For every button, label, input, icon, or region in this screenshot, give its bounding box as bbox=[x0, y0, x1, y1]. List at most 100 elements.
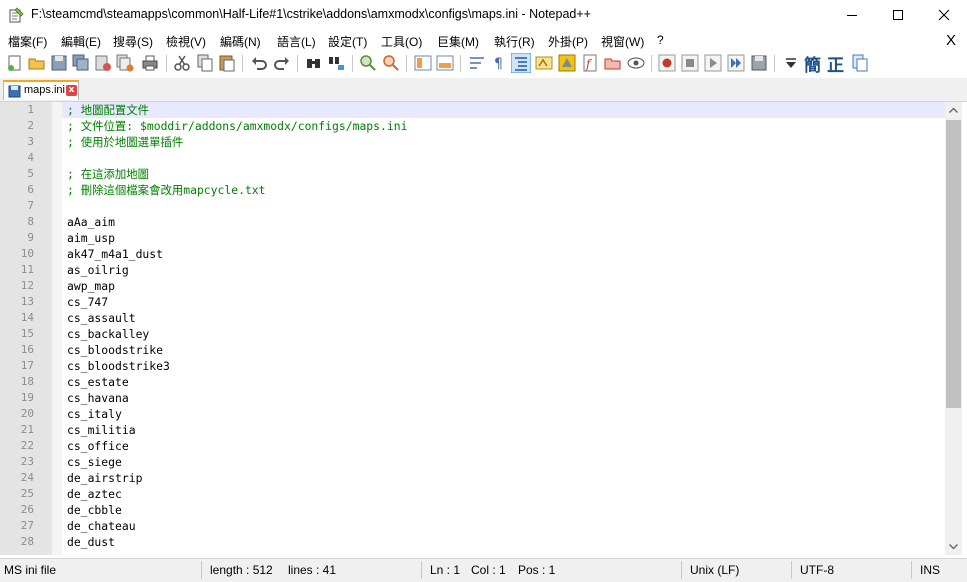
close-all-icon[interactable] bbox=[115, 53, 135, 73]
editor-line[interactable]: 28 de_dust bbox=[0, 534, 945, 550]
scroll-thumb[interactable] bbox=[946, 120, 961, 408]
play-macro-icon[interactable] bbox=[703, 53, 723, 73]
line-content-area[interactable]: cs_office bbox=[62, 438, 945, 454]
show-all-characters-icon[interactable]: ¶ bbox=[489, 53, 509, 73]
tab-close-button[interactable]: x bbox=[66, 85, 77, 96]
editor-line[interactable]: 9 aim_usp bbox=[0, 230, 945, 246]
new-file-icon[interactable] bbox=[5, 53, 25, 73]
stop-macro-icon[interactable] bbox=[680, 53, 700, 73]
cut-icon[interactable] bbox=[172, 53, 192, 73]
text-editor[interactable]: 1 ; 地圖配置文件 2 ; 文件位置: $moddir/addons/amxmodx… bbox=[0, 102, 967, 555]
editor-line[interactable]: 12 awp_map bbox=[0, 278, 945, 294]
editor-line[interactable]: 27 de_chateau bbox=[0, 518, 945, 534]
line-content-area[interactable]: cs_havana bbox=[62, 390, 945, 406]
line-content-area[interactable]: cs_bloodstrike bbox=[62, 342, 945, 358]
line-content-area[interactable]: aAa_aim bbox=[62, 214, 945, 230]
editor-line[interactable]: 20 cs_italy bbox=[0, 406, 945, 422]
line-content-area[interactable]: cs_militia bbox=[62, 422, 945, 438]
paste-icon[interactable] bbox=[217, 53, 237, 73]
editor-line[interactable]: 24 de_airstrip bbox=[0, 470, 945, 486]
close-file-icon[interactable] bbox=[93, 53, 113, 73]
line-content-area[interactable]: cs_italy bbox=[62, 406, 945, 422]
record-macro-icon[interactable] bbox=[657, 53, 677, 73]
status-encoding[interactable]: UTF-8 bbox=[800, 563, 834, 577]
line-content-area[interactable]: cs_bloodstrike3 bbox=[62, 358, 945, 374]
editor-line[interactable]: 14 cs_assault bbox=[0, 310, 945, 326]
menu-help[interactable]: ? bbox=[657, 33, 664, 47]
editor-line[interactable]: 23 cs_siege bbox=[0, 454, 945, 470]
line-content-area[interactable]: de_airstrip bbox=[62, 470, 945, 486]
line-content-area[interactable]: cs_747 bbox=[62, 294, 945, 310]
menu-run[interactable]: 執行(R) bbox=[494, 33, 535, 50]
editor-line[interactable]: 1 ; 地圖配置文件 bbox=[0, 102, 945, 118]
line-content-area[interactable] bbox=[62, 150, 945, 166]
status-eol[interactable]: Unix (LF) bbox=[690, 563, 739, 577]
print-icon[interactable] bbox=[140, 53, 160, 73]
line-content-area[interactable]: ; 刪除這個檔案會改用mapcycle.txt bbox=[62, 182, 945, 198]
save-all-icon[interactable] bbox=[71, 53, 91, 73]
maximize-button[interactable] bbox=[875, 0, 921, 30]
tab-maps-ini[interactable]: maps.ini x bbox=[3, 80, 79, 100]
menu-macro[interactable]: 巨集(M) bbox=[437, 33, 479, 50]
close-window-button[interactable] bbox=[921, 0, 967, 30]
scroll-up-arrow-icon[interactable] bbox=[945, 102, 962, 119]
editor-line[interactable]: 2 ; 文件位置: $moddir/addons/amxmodx/configs/… bbox=[0, 118, 945, 134]
line-content-area[interactable]: awp_map bbox=[62, 278, 945, 294]
save-icon[interactable] bbox=[49, 53, 69, 73]
line-content-area[interactable]: ; 在這添加地圖 bbox=[62, 166, 945, 182]
line-content-area[interactable]: cs_estate bbox=[62, 374, 945, 390]
find-icon[interactable] bbox=[304, 53, 324, 73]
vertical-scrollbar[interactable] bbox=[945, 102, 962, 555]
zoom-in-icon[interactable] bbox=[358, 53, 378, 73]
line-content-area[interactable]: ; 地圖配置文件 bbox=[62, 102, 945, 118]
run-macro-multiple-icon[interactable] bbox=[726, 53, 746, 73]
line-content-area[interactable]: cs_backalley bbox=[62, 326, 945, 342]
line-content-area[interactable]: cs_assault bbox=[62, 310, 945, 326]
line-content-area[interactable]: cs_siege bbox=[62, 454, 945, 470]
indent-guide-icon[interactable] bbox=[511, 53, 531, 73]
menu-settings[interactable]: 設定(T) bbox=[328, 33, 367, 50]
editor-line[interactable]: 19 cs_havana bbox=[0, 390, 945, 406]
editor-line[interactable]: 13 cs_747 bbox=[0, 294, 945, 310]
editor-line[interactable]: 8 aAa_aim bbox=[0, 214, 945, 230]
editor-line[interactable]: 5 ; 在這添加地圖 bbox=[0, 166, 945, 182]
editor-line[interactable]: 7 bbox=[0, 198, 945, 214]
line-content-area[interactable]: as_oilrig bbox=[62, 262, 945, 278]
line-content-area[interactable]: aim_usp bbox=[62, 230, 945, 246]
save-macro-icon[interactable] bbox=[749, 53, 769, 73]
zoom-out-icon[interactable] bbox=[381, 53, 401, 73]
editor-line[interactable]: 18 cs_estate bbox=[0, 374, 945, 390]
folder-workspace-icon[interactable] bbox=[603, 53, 623, 73]
notepad-app-icon[interactable] bbox=[8, 7, 24, 23]
editor-line[interactable]: 21 cs_militia bbox=[0, 422, 945, 438]
copy-icon[interactable] bbox=[195, 53, 215, 73]
editor-line[interactable]: 10 ak47_m4a1_dust bbox=[0, 246, 945, 262]
redo-icon[interactable] bbox=[272, 53, 292, 73]
line-content-area[interactable]: de_aztec bbox=[62, 486, 945, 502]
word-wrap-icon[interactable] bbox=[467, 53, 487, 73]
close-document-button[interactable]: X bbox=[946, 32, 956, 49]
menu-search[interactable]: 搜尋(S) bbox=[113, 33, 153, 50]
editor-line[interactable]: 11 as_oilrig bbox=[0, 262, 945, 278]
line-content-area[interactable]: de_chateau bbox=[62, 518, 945, 534]
monitoring-eye-icon[interactable] bbox=[626, 53, 646, 73]
menu-encoding[interactable]: 編碼(N) bbox=[220, 33, 261, 50]
editor-line[interactable]: 17 cs_bloodstrike3 bbox=[0, 358, 945, 374]
editor-line[interactable]: 4 bbox=[0, 150, 945, 166]
sync-vertical-icon[interactable] bbox=[413, 53, 433, 73]
editor-line[interactable]: 15 cs_backalley bbox=[0, 326, 945, 342]
document-map-icon[interactable] bbox=[557, 53, 577, 73]
editor-line[interactable]: 26 de_cbble bbox=[0, 502, 945, 518]
editor-line[interactable]: 25 de_aztec bbox=[0, 486, 945, 502]
line-content-area[interactable]: ak47_m4a1_dust bbox=[62, 246, 945, 262]
editor-line[interactable]: 22 cs_office bbox=[0, 438, 945, 454]
menu-language[interactable]: 語言(L) bbox=[277, 33, 316, 50]
editor-line[interactable]: 6 ; 刪除這個檔案會改用mapcycle.txt bbox=[0, 182, 945, 198]
line-content-area[interactable]: ; 使用於地圖選單插件 bbox=[62, 134, 945, 150]
open-file-icon[interactable] bbox=[27, 53, 47, 73]
line-content-area[interactable] bbox=[62, 198, 945, 214]
status-insert-mode[interactable]: INS bbox=[920, 563, 940, 577]
line-content-area[interactable]: de_cbble bbox=[62, 502, 945, 518]
sync-horizontal-icon[interactable] bbox=[435, 53, 455, 73]
simplified-chinese-button[interactable]: 簡 bbox=[804, 51, 824, 76]
